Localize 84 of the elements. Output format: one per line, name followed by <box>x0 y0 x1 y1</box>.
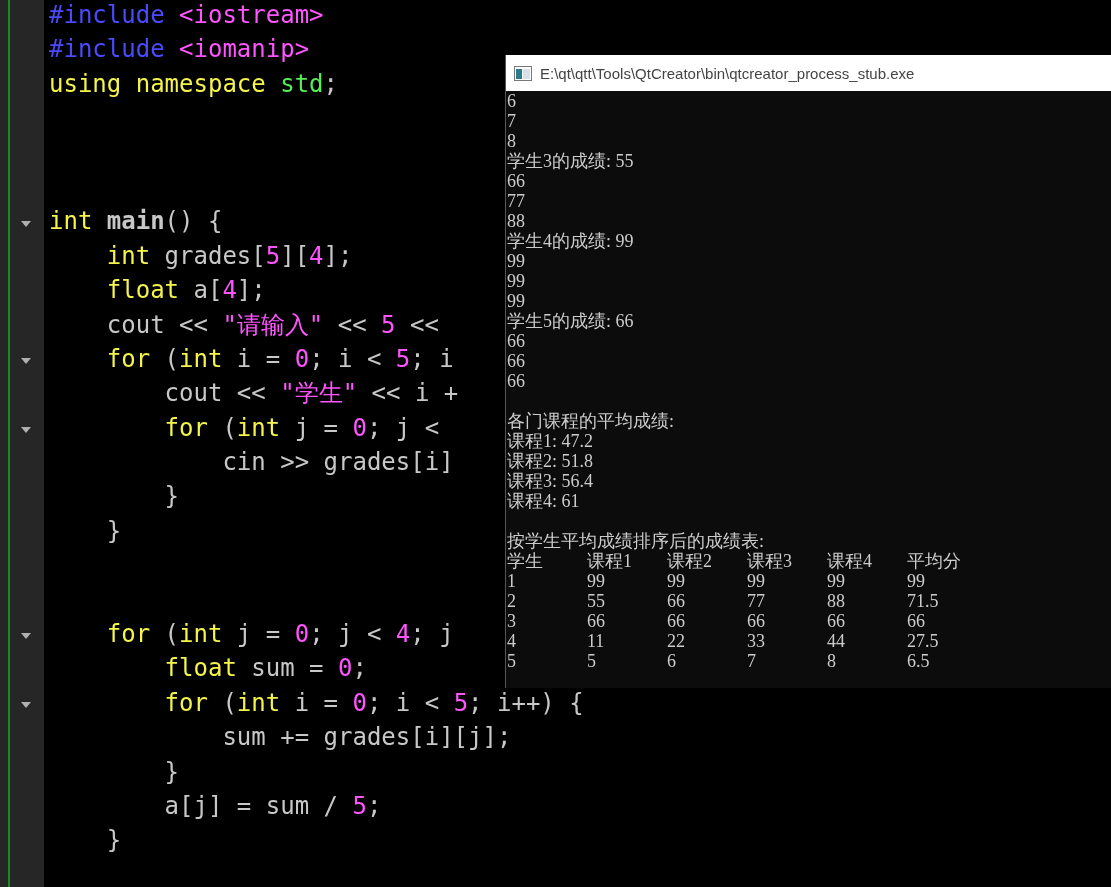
console-output-line: 按学生平均成绩排序后的成绩表: <box>507 531 764 551</box>
table-cell: 66 <box>747 611 765 631</box>
table-cell: 71.5 <box>907 591 939 611</box>
table-header: 平均分 <box>907 551 961 571</box>
table-header: 课程4 <box>827 551 872 571</box>
table-cell: 44 <box>827 631 845 651</box>
table-cell: 66 <box>667 591 685 611</box>
table-cell: 7 <box>747 651 756 671</box>
code-line: #include <iomanip> <box>49 34 310 66</box>
code-line: for (int j = 0; j < 4; j <box>105 619 454 651</box>
console-output-line: 77 <box>507 191 525 211</box>
console-output-line: 课程2: 51.8 <box>507 451 593 471</box>
console-output-line: 99 <box>507 291 525 311</box>
table-cell: 4 <box>507 631 516 651</box>
console-output-line: 99 <box>507 251 525 271</box>
table-header: 课程3 <box>747 551 792 571</box>
console-output-line: 6 <box>507 91 516 111</box>
code-line: cin >> grades[i] <box>221 447 454 479</box>
console-output-line: 8 <box>507 131 516 151</box>
code-line: sum += grades[i][j]; <box>221 722 512 754</box>
table-cell: 2 <box>507 591 516 611</box>
code-line: cout << "请输入" << 5 << <box>105 309 439 341</box>
code-line: using namespace std; <box>49 68 338 100</box>
table-cell: 11 <box>587 631 605 651</box>
fold-arrow-icon[interactable] <box>21 426 31 433</box>
console-output-line: 学生3的成绩: 55 <box>507 151 634 171</box>
code-line: float sum = 0; <box>163 653 367 685</box>
table-cell: 22 <box>667 631 685 651</box>
table-cell: 6 <box>667 651 676 671</box>
table-cell: 99 <box>587 571 605 591</box>
table-cell: 77 <box>747 591 765 611</box>
table-cell: 5 <box>507 651 516 671</box>
table-cell: 27.5 <box>907 631 939 651</box>
code-line: } <box>163 481 180 513</box>
console-output-line: 学生4的成绩: 99 <box>507 231 634 251</box>
fold-arrow-icon[interactable] <box>21 633 31 640</box>
console-output-line: 66 <box>507 171 525 191</box>
console-output-line: 课程4: 61 <box>507 491 580 511</box>
window-title: E:\qt\qtt\Tools\QtCreator\bin\qtcreator_process_stub.exe <box>540 64 915 82</box>
table-cell: 66 <box>667 611 685 631</box>
table-cell: 99 <box>907 571 925 591</box>
fold-arrow-icon[interactable] <box>21 702 31 708</box>
console-output-line: 66 <box>507 371 525 391</box>
table-cell: 66 <box>827 611 845 631</box>
table-cell: 99 <box>747 571 765 591</box>
code-line: for (int i = 0; i < 5; i <box>105 343 454 375</box>
table-cell: 1 <box>507 571 516 591</box>
table-cell: 55 <box>587 591 605 611</box>
code-line: for (int i = 0; i < 5; i++) { <box>163 687 584 719</box>
code-line: } <box>163 756 180 788</box>
table-cell: 99 <box>827 571 845 591</box>
console-output-line: 课程1: 47.2 <box>507 431 593 451</box>
code-line: } <box>105 515 122 547</box>
console-output-line: 各门课程的平均成绩: <box>507 411 674 431</box>
console-output-line: 7 <box>507 111 516 131</box>
table-cell: 88 <box>827 591 845 611</box>
console-output-line: 学生5的成绩: 66 <box>507 311 634 331</box>
table-header: 学生 <box>507 551 543 571</box>
code-line: for (int j = 0; j < <box>163 412 440 444</box>
console-app-icon <box>514 65 532 81</box>
console-output-line: 课程3: 56.4 <box>507 471 593 491</box>
console-output-line: 99 <box>507 271 525 291</box>
fold-arrow-icon[interactable] <box>21 220 31 227</box>
code-line: cout << "学生" << i + <box>163 378 459 410</box>
table-cell: 33 <box>747 631 765 651</box>
table-cell: 6.5 <box>907 651 930 671</box>
code-line: #include <iostream> <box>49 0 324 31</box>
console-output-line: 66 <box>507 331 525 351</box>
code-line: float a[4]; <box>105 275 266 307</box>
table-header: 课程2 <box>667 551 712 571</box>
table-cell: 66 <box>587 611 605 631</box>
console-output-line: 88 <box>507 211 525 231</box>
fold-arrow-icon[interactable] <box>21 358 31 365</box>
table-cell: 8 <box>827 651 836 671</box>
code-line: int main() { <box>49 206 223 238</box>
table-cell: 3 <box>507 611 516 631</box>
console-output-line: 66 <box>507 351 525 371</box>
code-line: } <box>105 825 122 857</box>
table-cell: 99 <box>667 571 685 591</box>
table-cell: 66 <box>907 611 925 631</box>
table-header: 课程1 <box>587 551 632 571</box>
code-line: int grades[5][4]; <box>105 240 353 272</box>
table-cell: 5 <box>587 651 596 671</box>
code-line: a[j] = sum / 5; <box>163 791 382 822</box>
